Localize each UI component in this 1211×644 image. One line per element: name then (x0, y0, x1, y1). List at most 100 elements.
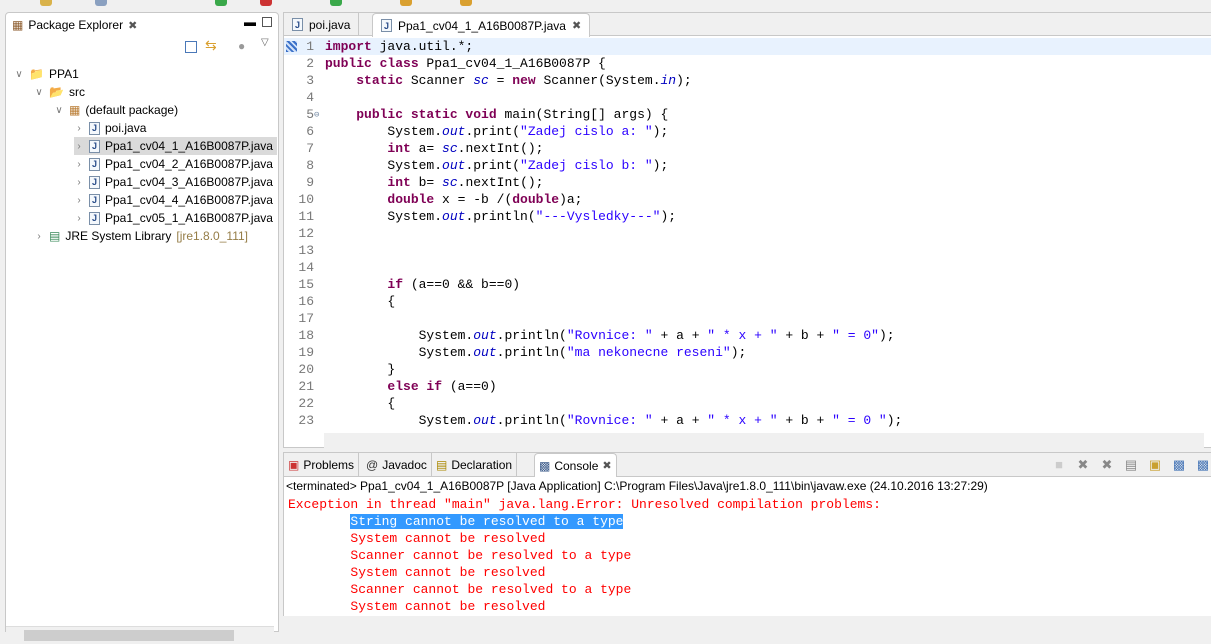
toolbar-button[interactable] (330, 0, 342, 6)
display-console-icon[interactable]: ▩ (1195, 457, 1211, 473)
collapse-all-icon[interactable] (185, 41, 197, 53)
code-line[interactable]: 19 System.out.println("ma nekonecne rese… (284, 344, 1211, 361)
tree-item[interactable]: › Jpoi.java (74, 119, 146, 137)
run-button[interactable] (215, 0, 227, 6)
close-icon[interactable]: ✖ (128, 19, 137, 32)
code-line[interactable]: 13 (284, 242, 1211, 259)
line-number: 3 (306, 73, 314, 88)
tab-ppa1-cv04-1[interactable]: J Ppa1_cv04_1_A16B0087P.java ✖ (372, 13, 591, 37)
tree-item[interactable]: › J Ppa1_cv05_1_A16B0087P.java (74, 209, 273, 227)
chevron-right-icon[interactable]: › (74, 141, 84, 152)
pin-console-icon[interactable]: ▩ (1171, 457, 1187, 473)
chevron-down-icon[interactable]: ∨ (34, 87, 44, 98)
chevron-right-icon[interactable]: › (34, 231, 44, 242)
code-line[interactable]: 15 if (a==0 && b==0) (284, 276, 1211, 293)
code-line[interactable]: 4 (284, 89, 1211, 106)
code-line[interactable]: 21 else if (a==0) (284, 378, 1211, 395)
chevron-right-icon[interactable]: › (74, 159, 84, 170)
terminate-icon[interactable]: ■ (1051, 457, 1067, 473)
code-line[interactable]: 16 { (284, 293, 1211, 310)
tree-item[interactable]: ∨ 📁 PPA1 (14, 65, 78, 83)
line-number: 22 (298, 396, 314, 411)
remove-all-icon[interactable]: ✖ (1099, 457, 1115, 473)
code-line[interactable]: 14 (284, 259, 1211, 276)
tab-poi-java[interactable]: J poi.java (284, 13, 360, 36)
chevron-right-icon[interactable]: › (74, 213, 84, 224)
minimize-icon[interactable]: ▬ (244, 15, 256, 29)
package-explorer-tab[interactable]: ▦ Package Explorer ✖ (6, 13, 143, 37)
scrollbar-thumb[interactable] (24, 630, 234, 641)
horizontal-scrollbar[interactable] (324, 433, 1204, 448)
code-text: { (325, 294, 395, 309)
code-token: " = 0" (832, 328, 879, 343)
stop-button[interactable] (260, 0, 272, 6)
tree-item[interactable]: ∨ ▦ (default package) (54, 101, 178, 119)
code-line[interactable]: 9 int b= sc.nextInt(); (284, 174, 1211, 191)
toolbar-button[interactable] (40, 0, 52, 6)
remove-launch-icon[interactable]: ✖ (1075, 457, 1091, 473)
code-editor[interactable]: 1 import java.util.*; 2 public class Ppa1_c… (284, 38, 1211, 433)
java-file-icon: J (89, 211, 100, 225)
chevron-right-icon[interactable]: › (74, 195, 84, 206)
code-line[interactable]: 17 (284, 310, 1211, 327)
chevron-right-icon[interactable]: › (74, 123, 84, 134)
line-number: 9 (306, 175, 314, 190)
code-token: sc (442, 175, 458, 190)
tree-item[interactable]: › J Ppa1_cv04_1_A16B0087P.java (74, 137, 277, 155)
code-line[interactable]: 20 } (284, 361, 1211, 378)
code-text: System.out.println("Rovnice: " + a + " *… (325, 413, 903, 428)
line-number: 18 (298, 328, 314, 343)
bookmark-marker (286, 41, 297, 52)
chevron-down-icon[interactable]: ∨ (14, 69, 24, 80)
tree-item[interactable]: › J Ppa1_cv04_3_A16B0087P.java (74, 173, 273, 191)
chevron-down-icon[interactable]: ∨ (54, 105, 64, 116)
code-line[interactable]: 10 double x = -b /(double)a; (284, 191, 1211, 208)
code-token: { (325, 396, 396, 411)
link-editor-icon[interactable]: ⇆ (205, 37, 217, 54)
console-output[interactable]: Exception in thread "main" java.lang.Err… (288, 496, 889, 615)
code-token: + a + (652, 413, 708, 428)
tab-problems[interactable]: ▣ Problems (284, 453, 360, 477)
code-line[interactable]: 12 (284, 225, 1211, 242)
code-line[interactable]: 22 { (284, 395, 1211, 412)
code-line[interactable]: 23 System.out.println("Rovnice: " + a + … (284, 412, 1211, 429)
tab-label: poi.java (309, 17, 351, 32)
maximize-icon[interactable] (262, 17, 272, 27)
fold-icon[interactable]: ⊖ (314, 110, 319, 120)
tree-item[interactable]: › J Ppa1_cv04_4_A16B0087P.java (74, 191, 273, 209)
code-line[interactable]: 3 static Scanner sc = new Scanner(System… (284, 72, 1211, 89)
close-icon[interactable]: ✖ (572, 19, 581, 32)
code-line[interactable]: 8 System.out.print("Zadej cislo b: "); (284, 157, 1211, 174)
code-token: public class (325, 56, 419, 71)
toolbar-button[interactable] (95, 0, 107, 6)
code-line[interactable]: 5 ⊖ public static void main(String[] args… (284, 106, 1211, 123)
toolbar-button[interactable] (400, 0, 412, 6)
tree-item[interactable]: ∨ 📂 src (34, 83, 85, 101)
filter-icon[interactable]: ● (238, 39, 245, 53)
horizontal-scrollbar[interactable] (6, 626, 274, 643)
code-line[interactable]: 1 import java.util.*; (284, 38, 1211, 55)
toolbar-button[interactable] (460, 0, 472, 6)
close-icon[interactable]: ✖ (602, 459, 611, 472)
tab-declaration[interactable]: ▤ Declaration (432, 453, 518, 477)
scroll-lock-icon[interactable]: ▣ (1147, 457, 1163, 473)
tab-console[interactable]: ▩ Console ✖ (534, 453, 617, 477)
tab-javadoc[interactable]: @ Javadoc (362, 453, 432, 477)
code-line[interactable]: 7 int a= sc.nextInt(); (284, 140, 1211, 157)
code-token: = (488, 73, 513, 88)
code-line[interactable]: 2 public class Ppa1_cv04_1_A16B0087P { (284, 55, 1211, 72)
problems-icon: ▣ (288, 458, 300, 472)
view-menu-icon[interactable]: ▽ (261, 37, 269, 48)
tree-item[interactable]: › ▤ JRE System Library [jre1.8.0_111] (34, 227, 248, 245)
code-line[interactable]: 11 System.out.println("---Vysledky---"); (284, 208, 1211, 225)
console-horizontal-scrollbar[interactable] (283, 616, 1211, 632)
chevron-right-icon[interactable]: › (74, 177, 84, 188)
console-text: System cannot be resolved (350, 599, 546, 614)
code-line[interactable]: 18 System.out.println("Rovnice: " + a + … (284, 327, 1211, 344)
tree-item[interactable]: › J Ppa1_cv04_2_A16B0087P.java (74, 155, 273, 173)
clear-console-icon[interactable]: ▤ (1123, 457, 1139, 473)
code-line[interactable]: 6 System.out.print("Zadej cislo a: "); (284, 123, 1211, 140)
